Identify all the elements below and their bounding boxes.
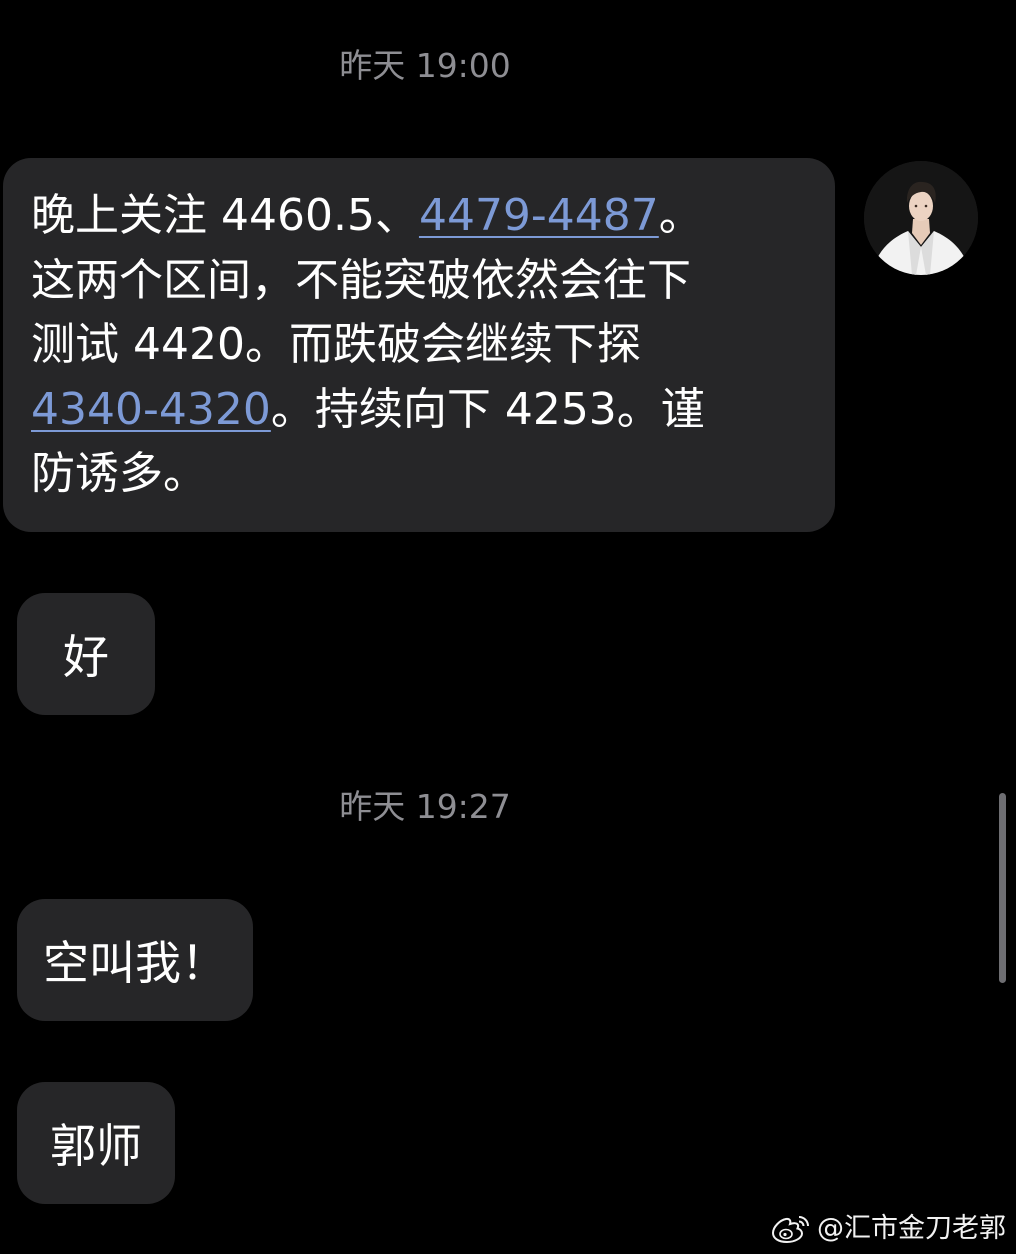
weibo-logo-icon: [771, 1216, 809, 1244]
message-line-1: 晚上关注 4460.5、4479-4487。: [31, 184, 807, 249]
avatar[interactable]: [864, 161, 978, 275]
message-text: 空叫我！: [43, 936, 227, 990]
message-bubble-reply[interactable]: 空叫我！: [17, 899, 253, 1021]
message-text: 。: [658, 190, 703, 241]
message-bubble-main[interactable]: 晚上关注 4460.5、4479-4487。 这两个区间，不能突破依然会往下 测…: [3, 158, 835, 532]
scrollbar[interactable]: [999, 793, 1006, 983]
message-bubble-reply[interactable]: 好: [17, 593, 155, 715]
message-bubble-reply[interactable]: 郭师: [17, 1082, 175, 1204]
price-range-link[interactable]: 4479-4487: [419, 190, 659, 241]
price-range-link[interactable]: 4340-4320: [31, 384, 271, 435]
watermark-text: @汇市金刀老郭: [817, 1213, 1006, 1244]
message-line-3: 测试 4420。而跌破会继续下探: [31, 319, 641, 370]
message-line-4: 4340-4320。持续向下 4253。谨: [31, 378, 807, 443]
message-line-5: 防诱多。: [31, 448, 207, 499]
message-text: 好: [63, 630, 109, 684]
message-text: 晚上关注 4460.5、: [31, 190, 419, 241]
timestamp-label: 昨天 19:00: [339, 46, 511, 85]
message-text: 。持续向下 4253。谨: [270, 383, 705, 435]
message-text: 郭师: [50, 1119, 142, 1173]
avatar-photo-icon: [864, 161, 978, 275]
message-line-2: 这两个区间，不能突破依然会往下: [31, 254, 691, 306]
timestamp-label: 昨天 19:27: [339, 787, 511, 826]
watermark: @汇市金刀老郭: [771, 1212, 1006, 1246]
